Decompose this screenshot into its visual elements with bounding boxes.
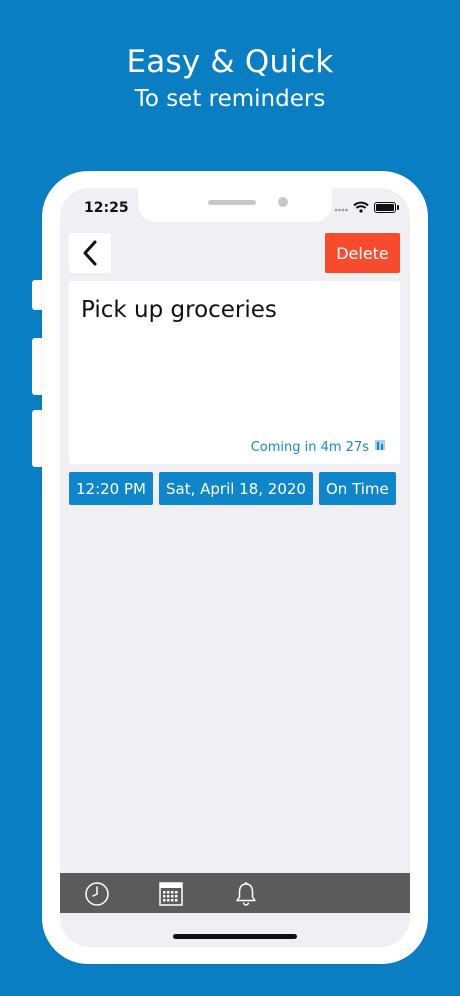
calendar-icon[interactable]: [158, 881, 184, 907]
speaker-grille: [208, 200, 256, 205]
signal-icon: [334, 198, 348, 217]
battery-icon: [374, 201, 399, 213]
promo-title: Easy & Quick: [126, 44, 334, 80]
back-button[interactable]: [69, 233, 111, 273]
time-chip[interactable]: 12:20 PM: [69, 472, 153, 505]
countdown-text: Coming in 4m 27s: [250, 439, 369, 455]
promo-headline: Easy & Quick To set reminders: [0, 42, 460, 114]
bell-icon[interactable]: [233, 881, 259, 907]
reminder-text[interactable]: Pick up groceries: [81, 297, 277, 323]
chevron-left-icon: [83, 240, 97, 266]
countdown: Coming in 4m 27s: [251, 439, 386, 455]
reminder-card[interactable]: Pick up groceries Coming in 4m 27s: [69, 281, 400, 464]
hourglass-icon: [374, 439, 386, 455]
promo-subtitle: To set reminders: [134, 86, 326, 112]
date-chip[interactable]: Sat, April 18, 2020: [158, 472, 313, 505]
status-icons: [334, 198, 399, 217]
delete-button[interactable]: Delete: [325, 233, 400, 273]
clock-icon[interactable]: [84, 881, 110, 907]
home-indicator[interactable]: [173, 934, 297, 939]
phone-notch: [138, 188, 332, 222]
tab-bar: [60, 873, 410, 913]
reminder-details: 12:20 PM Sat, April 18, 2020 On Time: [69, 472, 396, 505]
wifi-icon: [353, 198, 369, 217]
status-time: 12:25: [84, 200, 129, 216]
phone-frame: 12:25 Delete Pick up groceries Coming in…: [42, 171, 428, 964]
front-camera: [278, 197, 288, 207]
status-chip[interactable]: On Time: [318, 472, 396, 505]
app-screen: 12:25 Delete Pick up groceries Coming in…: [60, 188, 410, 947]
